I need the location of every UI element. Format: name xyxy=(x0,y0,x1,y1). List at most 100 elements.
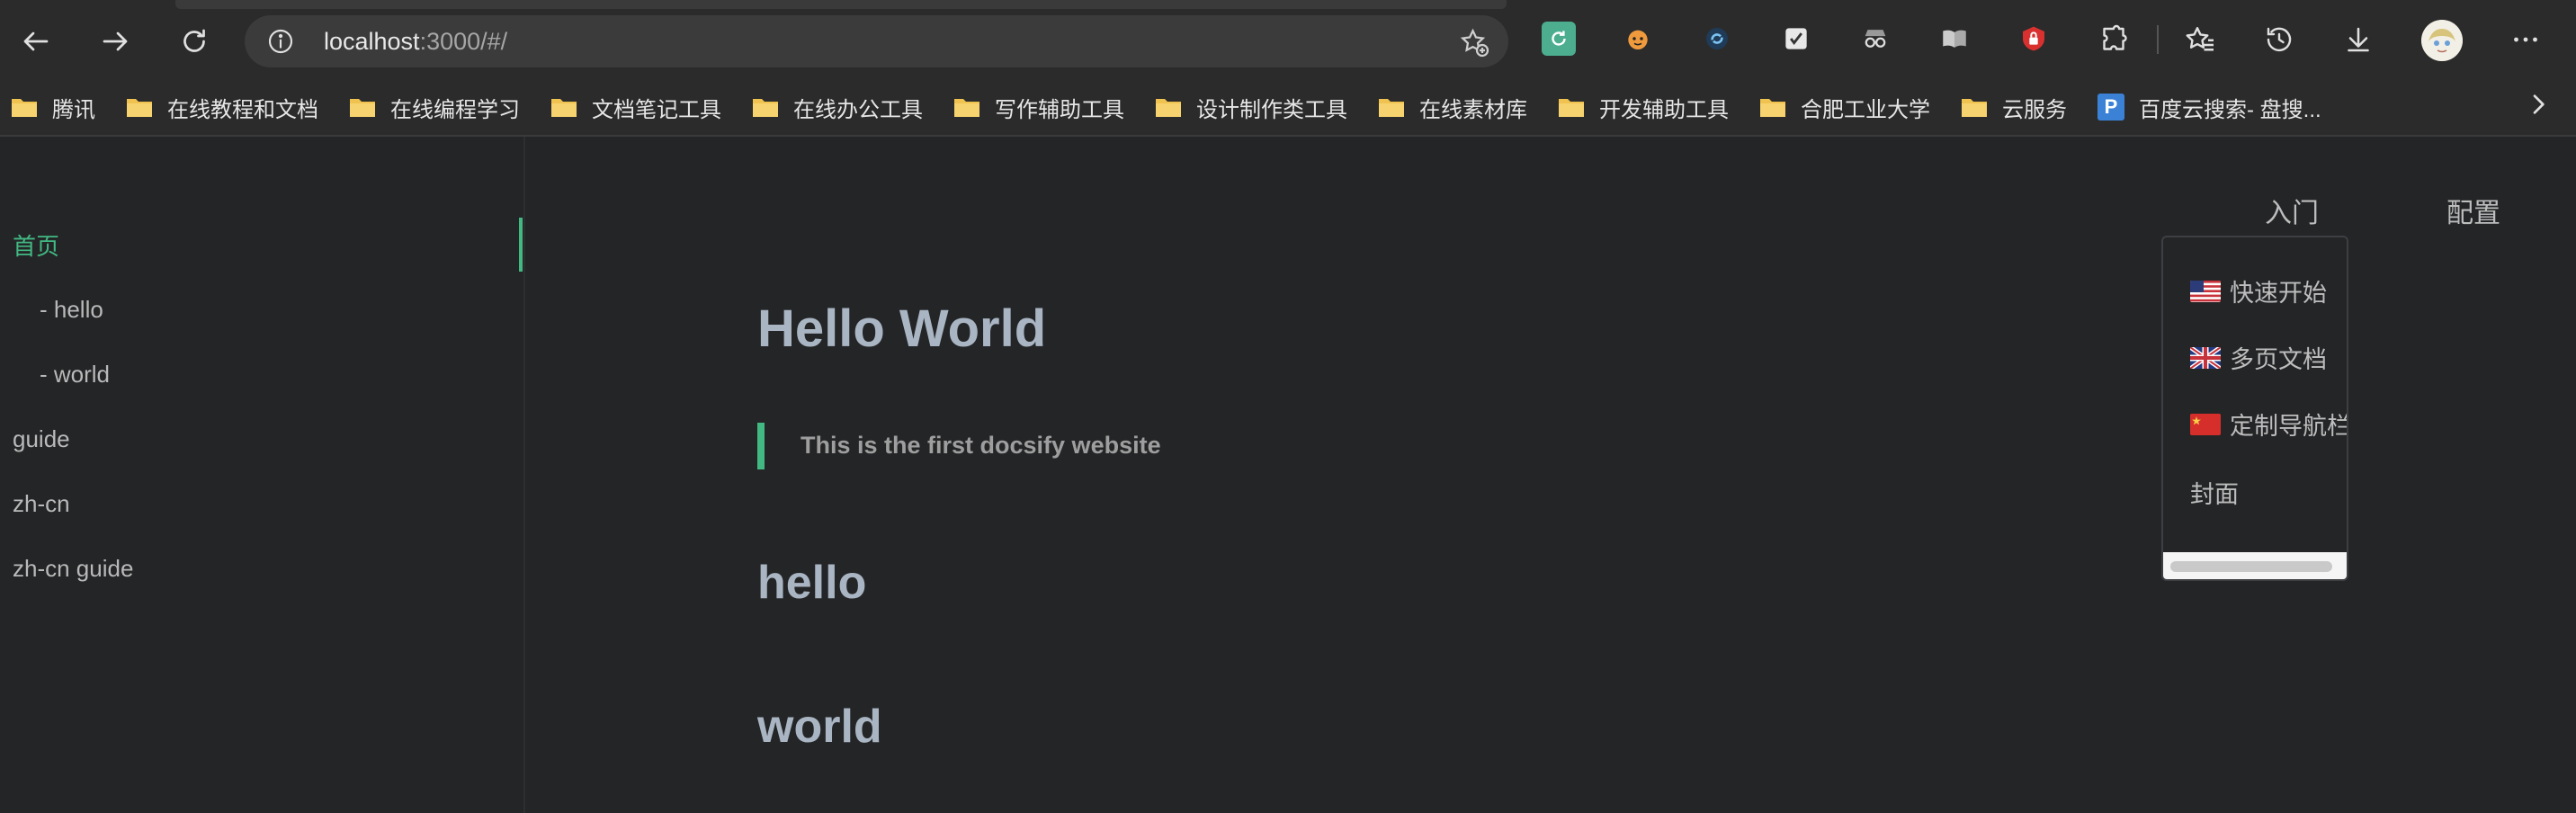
favorites-button[interactable] xyxy=(2180,20,2220,59)
reload-icon xyxy=(183,29,205,52)
sidebar xyxy=(0,137,525,813)
uk-flag-icon xyxy=(2190,346,2221,369)
sidebar-item-guide[interactable]: guide xyxy=(13,425,70,453)
p-logo-icon: P xyxy=(2097,94,2124,121)
folder-icon xyxy=(752,96,779,118)
bookmark-item[interactable]: 设计制作类工具 xyxy=(1155,92,1347,122)
bookmark-label: 在线编程学习 xyxy=(390,97,520,122)
back-button[interactable] xyxy=(11,16,61,67)
more-dots-icon xyxy=(2514,37,2537,42)
extension-sync-icon[interactable] xyxy=(1542,22,1576,56)
nav-dropdown-menu: 快速开始 多页文档 定制导航栏 封面 xyxy=(2161,236,2348,581)
extension-check-icon[interactable] xyxy=(1779,22,1813,56)
chevron-right-icon[interactable] xyxy=(2524,90,2553,119)
url-text[interactable]: localhost:3000/#/ xyxy=(324,27,507,56)
bookmark-label: 在线教程和文档 xyxy=(167,97,318,122)
arrow-left-icon xyxy=(23,31,49,51)
dropdown-horizontal-scrollbar[interactable] xyxy=(2163,552,2347,579)
history-button[interactable] xyxy=(2259,20,2299,59)
profile-avatar[interactable] xyxy=(2421,20,2463,61)
bookmarks-bar: 腾讯 在线教程和文档 在线编程学习 文档笔记工具 在线办公工具 写作辅助工具 设… xyxy=(0,79,2576,137)
bookmark-item[interactable]: P 百度云搜索- 盘搜... xyxy=(2097,92,2321,122)
info-icon[interactable] xyxy=(266,27,295,56)
us-flag-icon xyxy=(2190,280,2221,302)
bookmark-item[interactable]: 开发辅助工具 xyxy=(1558,92,1729,122)
bookmark-label: 设计制作类工具 xyxy=(1196,97,1347,122)
bookmark-label: 合肥工业大学 xyxy=(1801,97,1930,122)
url-host: localhost xyxy=(324,28,420,55)
bookmark-label: 在线办公工具 xyxy=(793,97,923,122)
folder-icon xyxy=(349,96,376,118)
url-path: :3000/#/ xyxy=(419,28,508,55)
extensions-button[interactable] xyxy=(2094,20,2133,59)
folder-icon xyxy=(1558,96,1585,118)
add-favorite-icon[interactable] xyxy=(1458,26,1490,58)
blockquote-text: This is the first docsify website xyxy=(801,432,1161,459)
sidebar-item-world[interactable]: - world xyxy=(40,361,110,389)
folder-icon xyxy=(1155,96,1182,118)
extension-spy-icon[interactable] xyxy=(1858,22,1892,56)
sidebar-item-home[interactable]: 首页 xyxy=(13,228,59,262)
bookmark-label: 开发辅助工具 xyxy=(1599,97,1729,122)
browser-toolbar: localhost:3000/#/ xyxy=(0,0,2576,79)
history-icon xyxy=(2267,27,2292,51)
folder-icon xyxy=(11,96,38,118)
dropdown-item-label: 快速开始 xyxy=(2230,280,2327,307)
folder-icon xyxy=(126,96,153,118)
forward-button[interactable] xyxy=(90,16,140,67)
folder-icon xyxy=(1961,96,1988,118)
folder-icon xyxy=(1759,96,1786,118)
bookmark-item[interactable]: 在线办公工具 xyxy=(752,92,923,122)
dropdown-item-custom-navbar[interactable]: 定制导航栏 xyxy=(2190,406,2348,442)
address-bar[interactable]: localhost:3000/#/ xyxy=(245,15,1508,67)
blockquote-bar xyxy=(757,423,765,469)
folder-icon xyxy=(1378,96,1405,118)
cn-flag-icon xyxy=(2190,413,2221,435)
active-tab-edge[interactable] xyxy=(175,0,1507,9)
sidebar-item-zh-cn[interactable]: zh-cn xyxy=(13,490,70,518)
dropdown-item-quick-start[interactable]: 快速开始 xyxy=(2190,273,2327,308)
extension-reader-icon[interactable] xyxy=(1937,22,1972,56)
bookmark-label: 百度云搜索- 盘搜... xyxy=(2139,97,2321,122)
dropdown-item-label: 封面 xyxy=(2190,481,2239,508)
dropdown-item-multi-page[interactable]: 多页文档 xyxy=(2190,340,2327,375)
puzzle-icon xyxy=(2103,24,2127,50)
dropdown-item-label: 定制导航栏 xyxy=(2230,413,2348,440)
scrollbar-thumb[interactable] xyxy=(2170,561,2332,572)
extension-tiger-icon[interactable] xyxy=(1621,22,1655,56)
bookmark-item[interactable]: 腾讯 xyxy=(11,92,95,122)
bookmark-label: 腾讯 xyxy=(52,97,95,122)
bookmark-item[interactable]: 写作辅助工具 xyxy=(953,92,1124,122)
avatar-icon xyxy=(2421,20,2463,61)
toolbar-separator xyxy=(2157,25,2159,54)
extension-lock-icon[interactable] xyxy=(2017,22,2051,56)
more-menu-button[interactable] xyxy=(2506,20,2545,59)
reload-button[interactable] xyxy=(169,16,219,67)
bookmark-item[interactable]: 在线素材库 xyxy=(1378,92,1527,122)
bookmark-item[interactable]: 在线教程和文档 xyxy=(126,92,318,122)
downloads-button[interactable] xyxy=(2339,20,2378,59)
sidebar-item-hello[interactable]: - hello xyxy=(40,296,103,324)
bookmark-item[interactable]: 合肥工业大学 xyxy=(1759,92,1930,122)
arrow-right-icon xyxy=(103,31,128,51)
bookmark-item[interactable]: 文档笔记工具 xyxy=(550,92,721,122)
bookmark-label: 文档笔记工具 xyxy=(592,97,721,122)
sidebar-active-indicator xyxy=(519,218,523,272)
page-title: Hello World xyxy=(757,299,1047,358)
folder-icon xyxy=(550,96,577,118)
bookmark-item[interactable]: 在线编程学习 xyxy=(349,92,520,122)
nav-item-config[interactable]: 配置 xyxy=(2446,191,2500,230)
extension-swirl-icon[interactable] xyxy=(1700,22,1734,56)
download-icon xyxy=(2348,27,2369,52)
favorites-star-icon xyxy=(2186,27,2214,51)
section-heading-world[interactable]: world xyxy=(757,700,882,754)
sidebar-item-zh-cn-guide[interactable]: zh-cn guide xyxy=(13,555,133,583)
bookmark-item[interactable]: 云服务 xyxy=(1961,92,2067,122)
nav-item-getting-started[interactable]: 入门 xyxy=(2265,191,2319,230)
section-heading-hello[interactable]: hello xyxy=(757,556,866,610)
dropdown-item-cover[interactable]: 封面 xyxy=(2190,475,2239,510)
tab-strip xyxy=(0,0,2576,9)
bookmark-label: 在线素材库 xyxy=(1419,97,1527,122)
bookmark-label: 写作辅助工具 xyxy=(995,97,1124,122)
dropdown-item-label: 多页文档 xyxy=(2230,346,2327,373)
